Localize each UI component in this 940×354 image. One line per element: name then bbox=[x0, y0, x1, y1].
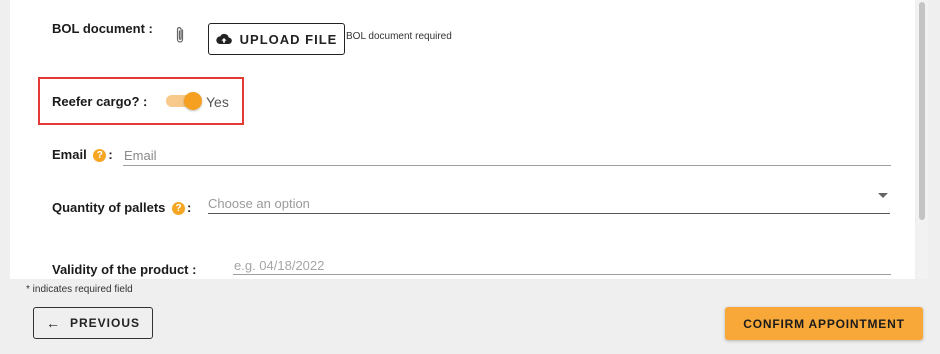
reefer-cargo-toggle[interactable] bbox=[166, 92, 202, 110]
scrollbar-thumb[interactable] bbox=[919, 2, 925, 220]
email-label-text: Email bbox=[52, 147, 87, 162]
scrollbar-track[interactable] bbox=[916, 0, 928, 279]
email-label-colon: : bbox=[108, 147, 113, 162]
quantity-placeholder: Choose an option bbox=[208, 196, 310, 211]
help-icon[interactable]: ? bbox=[93, 149, 107, 162]
required-field-note: * indicates required field bbox=[26, 284, 133, 295]
help-icon[interactable]: ? bbox=[172, 202, 186, 215]
cloud-upload-icon bbox=[215, 33, 232, 45]
quantity-pallets-select[interactable]: Choose an option bbox=[208, 193, 890, 214]
reefer-toggle-value: Yes bbox=[206, 94, 229, 110]
bol-required-note: BOL document required bbox=[346, 31, 452, 42]
validity-date-input[interactable] bbox=[233, 256, 891, 275]
paperclip-icon bbox=[176, 27, 184, 43]
reefer-cargo-label: Reefer cargo? : bbox=[52, 94, 148, 109]
caret-down-icon bbox=[878, 193, 888, 198]
quantity-pallets-label: Quantity of pallets ?: bbox=[52, 200, 191, 215]
bol-document-label: BOL document : bbox=[52, 21, 153, 36]
previous-button[interactable]: ← PREVIOUS bbox=[33, 307, 153, 339]
upload-file-label: UPLOAD FILE bbox=[239, 31, 338, 47]
confirm-appointment-button[interactable]: CONFIRM APPOINTMENT bbox=[725, 307, 923, 340]
email-input[interactable] bbox=[123, 145, 891, 166]
form-panel: BOL document : UPLOAD FILE BOL document … bbox=[10, 0, 915, 279]
upload-file-button[interactable]: UPLOAD FILE bbox=[208, 23, 345, 55]
email-label: Email ?: bbox=[52, 147, 113, 162]
toggle-knob bbox=[184, 92, 202, 110]
quantity-label-text: Quantity of pallets bbox=[52, 200, 166, 215]
appointment-form-window: BOL document : UPLOAD FILE BOL document … bbox=[0, 0, 940, 354]
window-edge bbox=[930, 0, 940, 279]
previous-label: PREVIOUS bbox=[69, 316, 140, 330]
validity-label: Validity of the product : bbox=[52, 262, 197, 277]
confirm-appointment-label: CONFIRM APPOINTMENT bbox=[743, 316, 905, 331]
arrow-left-icon: ← bbox=[45, 315, 60, 331]
quantity-label-colon: : bbox=[187, 200, 192, 215]
